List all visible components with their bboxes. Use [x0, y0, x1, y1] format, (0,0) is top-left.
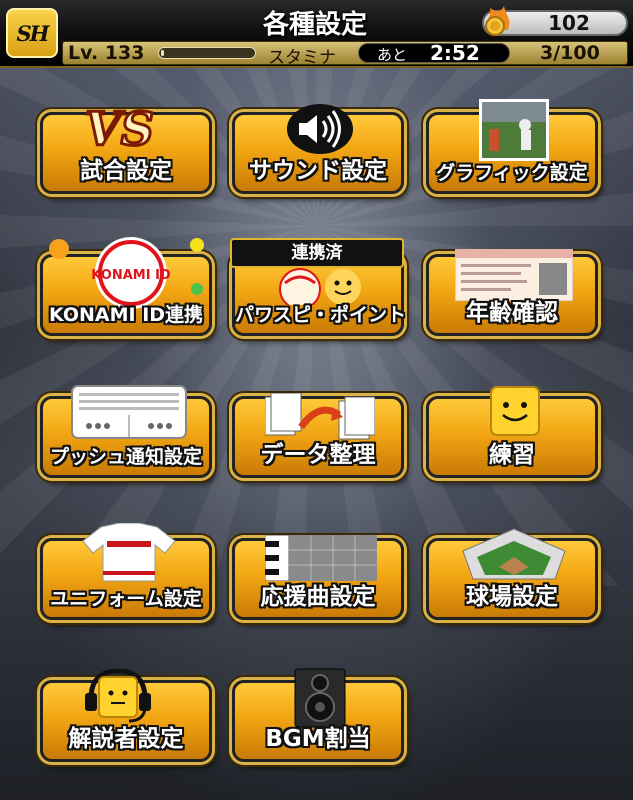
uniform-settings-button[interactable]: ユニフォーム設定 [40, 523, 212, 620]
team-logo-text: SH [16, 20, 49, 46]
bgm-assign-label: BGM割当 [265, 726, 371, 752]
sound-settings-button[interactable]: サウンド設定 [232, 104, 404, 194]
stadium-settings-label: 球場設定 [466, 584, 558, 610]
player-level: Lv. 133 [68, 42, 145, 64]
pawasupi-mascot-icon [279, 268, 361, 305]
konami-id-link-label: KONAMI ID連携 [48, 304, 204, 326]
flame-coin-icon [485, 6, 510, 36]
konami-id-text: KONAMI ID [91, 268, 171, 283]
stamina-count: 3/100 [540, 42, 600, 64]
page-title: 各種設定 [262, 10, 367, 40]
baseball-photo-icon [479, 99, 549, 161]
age-verification-button[interactable]: 年齢確認 [426, 249, 598, 336]
commentator-settings-button[interactable]: 解説者設定 [40, 669, 212, 762]
data-transfer-icon [265, 393, 375, 440]
practice-button[interactable]: 練習 [426, 386, 598, 478]
konami-id-link-button[interactable]: KONAMI ID KONAMI ID連携 [40, 237, 212, 336]
pawasupi-point-label: パワスピ・ポイント [235, 304, 407, 326]
smiley-mascot-icon [490, 386, 540, 436]
team-logo[interactable]: SH [6, 8, 58, 58]
stamina-label: スタミナ [268, 48, 336, 68]
timer-label: あと [377, 46, 408, 64]
push-notification-label: プッシュ通知設定 [49, 446, 202, 468]
uniform-jersey-icon [82, 523, 176, 582]
stamina-gauge [158, 47, 256, 59]
bgm-assign-button[interactable]: BGM割当 [232, 668, 404, 762]
timer-value: 2:52 [430, 41, 480, 65]
data-organize-label: データ整理 [260, 442, 376, 468]
piano-roll-icon [265, 535, 377, 581]
sound-settings-label: サウンド設定 [249, 158, 387, 184]
speaker-icon [287, 104, 353, 154]
notification-device-icon [71, 385, 187, 439]
versus-icon: VS [84, 101, 156, 153]
versus-text: VS [85, 102, 154, 153]
commentator-settings-label: 解説者設定 [68, 726, 184, 752]
age-verification-label: 年齢確認 [466, 300, 558, 326]
cheer-song-settings-button[interactable]: 応援曲設定 [232, 535, 404, 620]
stadium-icon [462, 528, 566, 580]
stadium-settings-button[interactable]: 球場設定 [426, 528, 598, 620]
cheer-song-settings-label: 応援曲設定 [260, 584, 376, 610]
data-organize-button[interactable]: データ整理 [232, 393, 404, 478]
push-notification-button[interactable]: プッシュ通知設定 [40, 385, 212, 478]
graphic-settings-button[interactable]: グラフィック設定 [426, 99, 598, 194]
uniform-settings-label: ユニフォーム設定 [50, 588, 202, 610]
linked-status-badge: 連携済 [230, 238, 404, 268]
match-settings-button[interactable]: VS 試合設定 [40, 101, 212, 194]
konami-id-icon: KONAMI ID [49, 237, 204, 309]
match-settings-label: 試合設定 [80, 158, 172, 184]
coin-count: 102 [548, 11, 590, 35]
practice-label: 練習 [489, 442, 535, 468]
graphic-settings-label: グラフィック設定 [436, 162, 588, 184]
stamina-gauge-fill [161, 50, 164, 56]
